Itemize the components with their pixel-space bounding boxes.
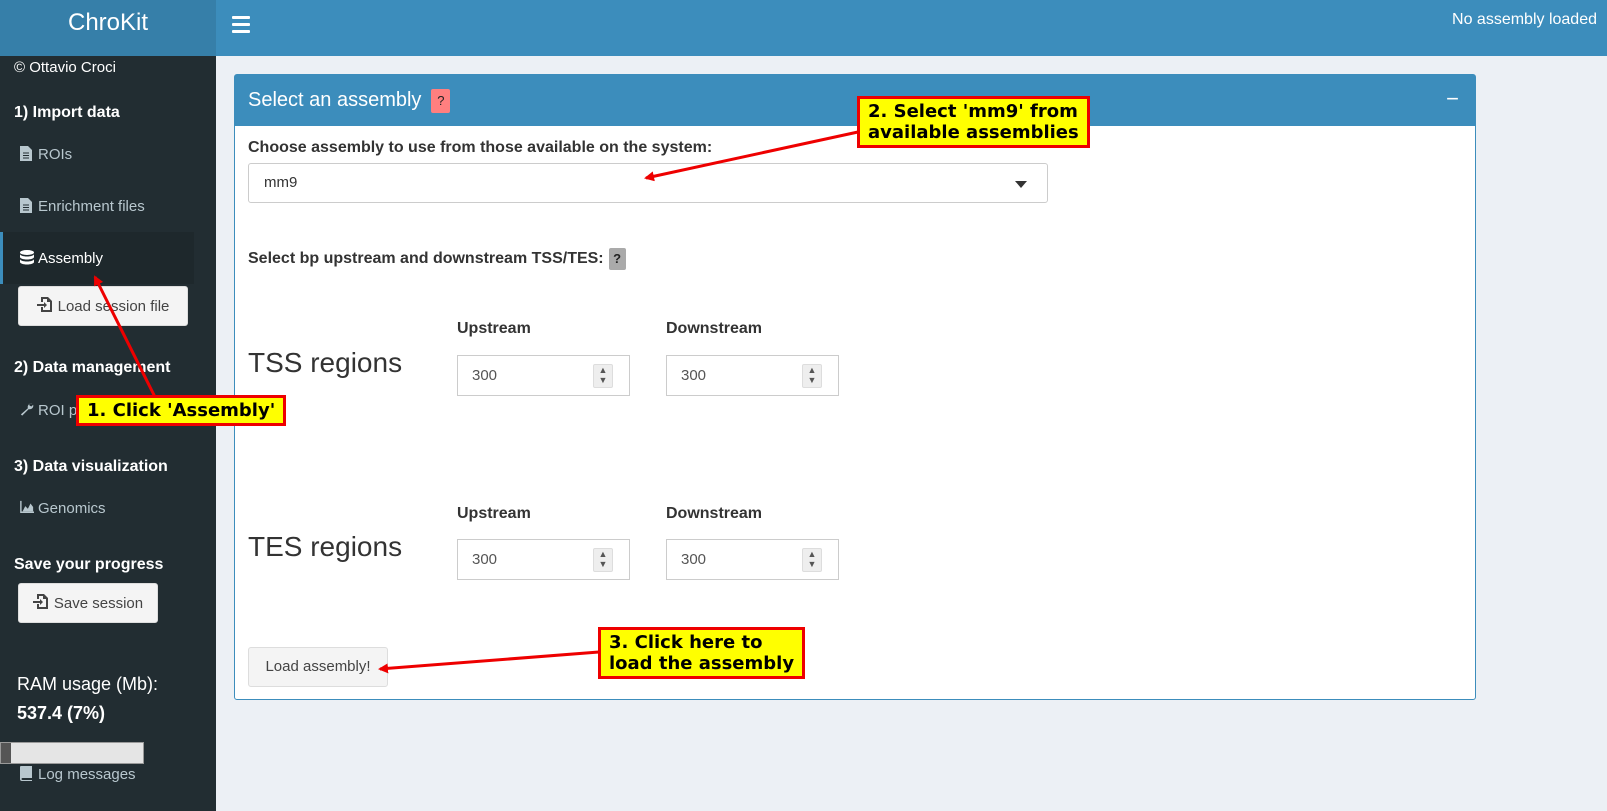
sidebar-item-assembly[interactable]: Assembly: [0, 232, 194, 284]
step2-callout: 2. Select 'mm9' from available assemblie…: [857, 96, 1090, 148]
save-session-button[interactable]: Save session: [18, 583, 158, 623]
sidebar-toggle-icon[interactable]: [232, 16, 250, 34]
bp-help-button[interactable]: ?: [608, 248, 626, 270]
help-button[interactable]: ?: [431, 88, 451, 113]
step3-line2: load the assembly: [609, 653, 795, 674]
load-session-label: Load session file: [57, 297, 170, 315]
book-icon: [20, 766, 34, 782]
save-progress-title: Save your progress: [14, 556, 164, 573]
area-chart-icon: [20, 500, 34, 516]
choose-assembly-label: Choose assembly to use from those availa…: [248, 139, 713, 156]
assembly-select[interactable]: mm9: [248, 163, 1048, 203]
select-assembly-box: Select an assembly ? − Choose assembly t…: [234, 74, 1476, 700]
file-export-icon: [32, 593, 49, 613]
sidebar: © Ottavio Croci 1) Import data ROIs Enri…: [0, 56, 216, 811]
ram-usage-label: RAM usage (Mb):: [17, 674, 159, 694]
section-import-data: 1) Import data: [14, 104, 120, 121]
sidebar-item-rois[interactable]: ROIs: [0, 128, 194, 180]
tss-upstream-input[interactable]: 300 ▲ ▼: [457, 355, 630, 396]
load-session-button[interactable]: Load session file: [18, 286, 188, 326]
tes-regions-title: TES regions: [248, 531, 403, 562]
sidebar-item-label: ROI p: [38, 401, 78, 419]
file-icon: [20, 146, 34, 162]
wrench-icon: [20, 402, 34, 418]
bp-label-text: Select bp upstream and downstream TSS/TE…: [248, 250, 604, 268]
box-header: Select an assembly ? −: [235, 75, 1475, 126]
tes-downstream-label: Downstream: [666, 505, 763, 522]
caret-down-icon: [1015, 181, 1027, 188]
sidebar-item-label: ROIs: [38, 145, 73, 163]
top-navbar: No assembly loaded: [216, 0, 1607, 56]
database-icon: [20, 250, 34, 266]
tss-downstream-value: 300: [681, 367, 707, 384]
tss-downstream-label: Downstream: [666, 320, 763, 337]
number-spinner-icon[interactable]: ▲ ▼: [802, 548, 822, 572]
collapse-icon[interactable]: −: [1446, 86, 1459, 112]
step3-callout: 3. Click here to load the assembly: [598, 627, 806, 679]
step2-line1: 2. Select 'mm9' from: [868, 101, 1078, 122]
app-logo[interactable]: ChroKit: [0, 0, 216, 56]
step2-line2: available assemblies: [868, 122, 1079, 143]
bp-label: Select bp upstream and downstream TSS/TE…: [248, 248, 626, 270]
number-spinner-icon[interactable]: ▲ ▼: [802, 364, 822, 388]
sidebar-item-label: Log messages: [38, 765, 136, 783]
number-spinner-icon[interactable]: ▲ ▼: [593, 364, 613, 388]
section-data-visualization: 3) Data visualization: [14, 458, 168, 475]
sidebar-item-label: Assembly: [38, 249, 104, 267]
box-title: Select an assembly: [248, 89, 422, 111]
sidebar-item-label: Genomics: [38, 499, 106, 517]
tss-upstream-value: 300: [472, 367, 498, 384]
step3-line1: 3. Click here to: [609, 632, 763, 653]
sidebar-item-enrichment-files[interactable]: Enrichment files: [0, 180, 194, 232]
sidebar-item-log-messages[interactable]: Log messages: [0, 748, 194, 800]
tes-upstream-label: Upstream: [457, 505, 531, 522]
load-assembly-button[interactable]: Load assembly!: [248, 647, 388, 687]
ram-usage-value: 537.4 (7%): [17, 703, 106, 723]
sidebar-item-genomics[interactable]: Genomics: [0, 482, 194, 534]
file-import-icon: [36, 296, 53, 316]
save-session-label: Save session: [53, 594, 144, 612]
file-icon: [20, 198, 34, 214]
tes-downstream-input[interactable]: 300 ▲ ▼: [666, 539, 839, 580]
assembly-status: No assembly loaded: [1452, 11, 1597, 28]
tss-upstream-label: Upstream: [457, 320, 531, 337]
section-data-management: 2) Data management: [14, 359, 171, 376]
tes-downstream-value: 300: [681, 551, 707, 568]
step1-callout: 1. Click 'Assembly': [76, 395, 287, 426]
assembly-select-value: mm9: [264, 174, 298, 191]
copyright: © Ottavio Croci: [14, 59, 116, 76]
sidebar-item-label: Enrichment files: [38, 197, 145, 215]
tss-downstream-input[interactable]: 300 ▲ ▼: [666, 355, 839, 396]
tes-upstream-value: 300: [472, 551, 498, 568]
tes-upstream-input[interactable]: 300 ▲ ▼: [457, 539, 630, 580]
tss-regions-title: TSS regions: [248, 347, 403, 378]
number-spinner-icon[interactable]: ▲ ▼: [593, 548, 613, 572]
